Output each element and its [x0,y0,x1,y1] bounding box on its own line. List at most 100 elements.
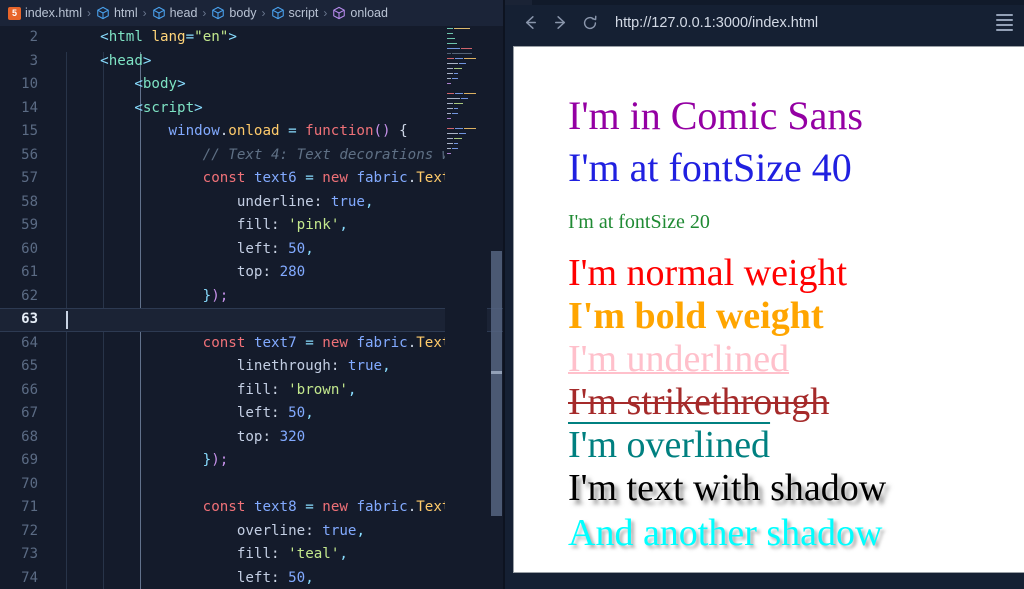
code-token: ) [211,452,220,468]
line-content: // Text 4: Text decorations wi [52,144,505,168]
code-token: 'teal' [288,546,340,562]
code-token: ) [211,287,220,304]
code-token: } [202,452,212,468]
code-lines[interactable]: 2 <html lang="en"> 3 <head> 10 <body> 14 <s… [0,26,505,589]
code-line[interactable]: 10 <body> [0,73,505,97]
code-line[interactable]: 70 [0,473,505,497]
line-content: fill: 'brown', [52,379,505,403]
code-line[interactable]: 73 fill: 'teal', [0,543,505,567]
code-token: top [236,264,263,280]
minimap-token [447,67,453,70]
canvas-text-10[interactable]: And another shadow [568,513,882,554]
breadcrumb[interactable]: index.html › html › head › body › script › onload [0,0,505,26]
breadcrumb-item-script[interactable]: script [269,6,321,20]
code-line[interactable]: 57 const text6 = new fabric.Text(' [0,167,505,191]
code-token: , [305,405,314,421]
code-token: fabric [356,170,408,186]
code-token: body [142,76,178,92]
code-line[interactable]: 3 <head> [0,50,505,74]
code-line[interactable]: 14 <script> [0,97,505,121]
code-line[interactable]: 68 top: 320 [0,426,505,450]
code-line[interactable]: 58 underline: true, [0,191,505,215]
breadcrumb-item-index-html[interactable]: index.html [6,6,84,20]
code-line[interactable]: 62 }); [0,285,505,309]
editor-scrollbar-thumb[interactable] [491,251,502,516]
minimap-token [447,102,453,105]
canvas-text-3[interactable]: I'm at fontSize 20 [568,212,710,233]
line-number: 69 [21,452,38,468]
code-line[interactable]: 61 top: 280 [0,261,505,285]
code-editor-pane: index.html›html›head›body›script›onload … [0,0,505,589]
breadcrumb-item-html[interactable]: html [94,6,140,20]
line-number: 60 [21,240,38,257]
minimap-token [452,52,472,55]
breadcrumb-item-body[interactable]: body [209,6,258,20]
minimap-token [447,62,459,65]
canvas-text-9[interactable]: I'm text with shadow [568,468,886,509]
line-content: const text7 = new fabric.Text(' [52,332,505,356]
minimap-token [452,147,458,150]
code-token: : [305,522,323,539]
code-line[interactable]: 63 [0,308,505,332]
code-token: fill [236,546,272,562]
canvas-text-8[interactable]: I'm overlined [568,425,770,466]
code-line[interactable]: 67 left: 50, [0,402,505,426]
forward-button[interactable] [545,10,575,36]
breadcrumb-item-label: html [113,6,138,20]
code-line[interactable]: 71 const text8 = new fabric.Text(' [0,496,505,520]
line-content: }); [52,285,505,309]
code-token: = [279,123,306,139]
breadcrumb-item-head[interactable]: head [150,6,200,20]
code-token: true [347,358,383,374]
minimap-token [455,92,464,95]
code-token: = [185,29,195,45]
code-token: text8 [253,499,297,515]
editor-minimap[interactable] [445,26,487,589]
code-line[interactable]: 72 overline: true, [0,520,505,544]
code-line[interactable]: 56 // Text 4: Text decorations wi [0,144,505,168]
code-line[interactable]: 66 fill: 'brown', [0,379,505,403]
fabric-canvas[interactable]: I'm in Comic Sans I'm at fontSize 40 I'm a… [513,46,1024,573]
code-token: : [330,358,348,374]
browser-menu-button[interactable] [984,5,1024,40]
code-token: 50 [288,569,306,586]
code-line[interactable]: 64 const text7 = new fabric.Text(' [0,332,505,356]
back-button[interactable] [515,10,545,36]
canvas-text-1[interactable]: I'm in Comic Sans [568,95,863,137]
canvas-text-6[interactable]: I'm underlined [568,339,789,380]
editor-scrollbar[interactable] [490,26,502,589]
code-token: , [339,546,348,562]
canvas-text-4[interactable]: I'm normal weight [568,253,847,294]
code-token: fabric [356,499,408,515]
minimap-token [447,112,452,115]
code-token: "en" [194,29,229,45]
canvas-text-5[interactable]: I'm bold weight [568,296,823,337]
canvas-text-2[interactable]: I'm at fontSize 40 [568,147,852,189]
line-content: fill: 'teal', [52,543,505,567]
line-content [52,308,505,332]
reload-button[interactable] [575,10,605,36]
line-content: left: 50, [52,238,505,262]
breadcrumb-item-onload[interactable]: onload [330,6,390,20]
code-token: const [202,170,246,186]
code-line[interactable]: 15 window.onload = function() { [0,120,505,144]
code-line[interactable]: 65 linethrough: true, [0,355,505,379]
code-token: true [330,193,365,210]
code-line[interactable]: 59 fill: 'pink', [0,214,505,238]
minimap-token [459,132,467,135]
line-content: <script> [52,97,505,121]
canvas-text-7[interactable]: I'm strikethrough [568,382,829,423]
minimap-token [447,142,453,145]
code-line[interactable]: 2 <html lang="en"> [0,26,505,50]
code-line[interactable]: 60 left: 50, [0,238,505,262]
line-number: 63 [21,311,38,327]
code-area[interactable]: 2 <html lang="en"> 3 <head> 10 <body> 14 <s… [0,26,505,589]
code-token: script [142,99,195,116]
line-content: left: 50, [52,567,505,589]
code-token: function [305,123,374,139]
code-line[interactable]: 74 left: 50, [0,567,505,589]
code-line[interactable]: 69 }); [0,449,505,473]
address-bar[interactable]: http://127.0.0.1:3000/index.html [615,15,984,31]
breadcrumb-item-label: script [288,6,319,20]
code-token: = [305,170,314,186]
